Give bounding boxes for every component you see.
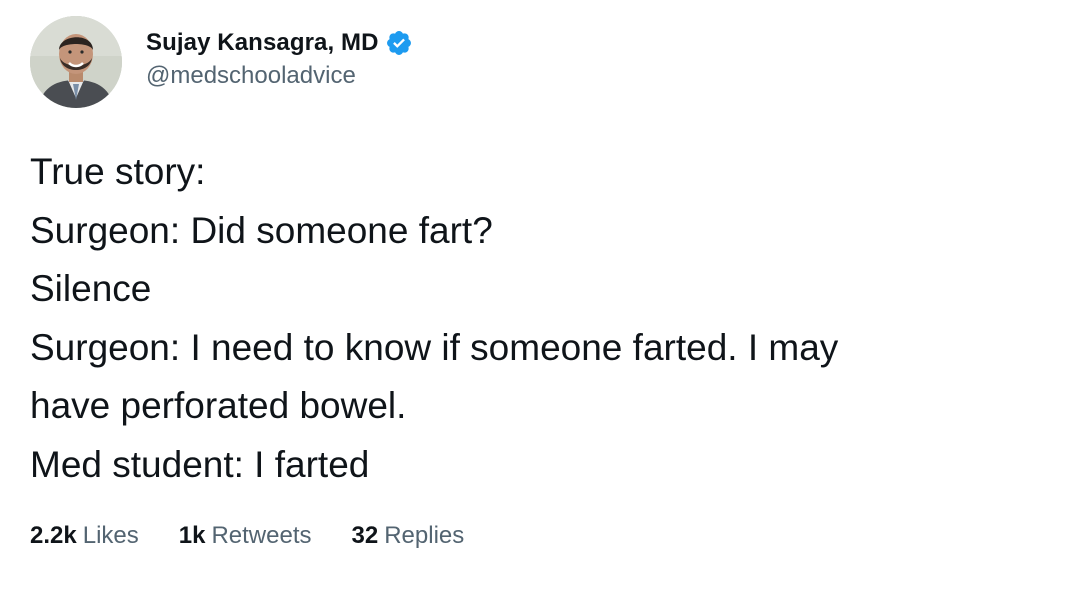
retweets-label: Retweets	[211, 522, 312, 549]
tweet-line: True story:	[30, 151, 206, 192]
author-info: Sujay Kansagra, MD @medschooladvice	[146, 26, 413, 90]
display-name[interactable]: Sujay Kansagra, MD	[146, 29, 379, 57]
replies-stat[interactable]: 32 Replies	[352, 522, 465, 550]
avatar[interactable]	[30, 16, 122, 108]
tweet-stats: 2.2k Likes 1k Retweets 32 Replies	[30, 522, 504, 550]
likes-label: Likes	[82, 522, 139, 549]
verified-badge-icon	[385, 29, 413, 57]
handle[interactable]: @medschooladvice	[146, 62, 413, 90]
likes-count: 2.2k	[30, 522, 77, 549]
tweet-card: Sujay Kansagra, MD @medschooladvice True…	[0, 0, 1080, 612]
tweet-line: have perforated bowel.	[30, 385, 407, 426]
tweet-text: True story: Surgeon: Did someone fart? S…	[30, 143, 1050, 494]
retweets-stat[interactable]: 1k Retweets	[179, 522, 312, 550]
name-row: Sujay Kansagra, MD	[146, 26, 413, 60]
likes-stat[interactable]: 2.2k Likes	[30, 522, 139, 550]
tweet-line: Silence	[30, 268, 152, 309]
avatar-image	[30, 16, 122, 108]
retweets-count: 1k	[178, 522, 206, 549]
replies-count: 32	[351, 522, 379, 549]
tweet-line: Med student: I farted	[30, 443, 370, 485]
replies-label: Replies	[384, 522, 465, 549]
tweet-header: Sujay Kansagra, MD @medschooladvice	[30, 14, 413, 110]
tweet-line: Surgeon: I need to know if someone farte…	[30, 326, 839, 368]
tweet-line: Surgeon: Did someone fart?	[30, 209, 493, 251]
